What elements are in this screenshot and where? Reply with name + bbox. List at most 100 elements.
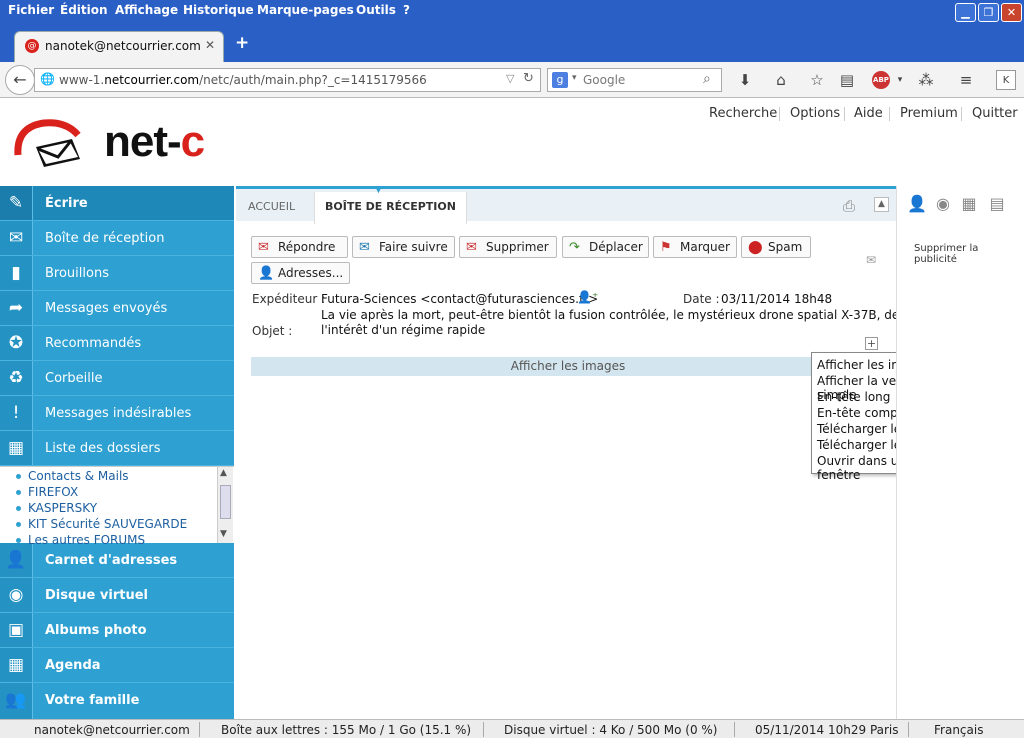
extension-icon[interactable]: ⁂ bbox=[916, 70, 936, 90]
divider bbox=[908, 722, 909, 737]
collapse-icon[interactable]: ▲ bbox=[874, 197, 889, 212]
sender-value[interactable]: Futura-Sciences <contact@futurasciences.… bbox=[321, 292, 598, 306]
close-window-icon[interactable]: ✕ bbox=[1001, 3, 1022, 22]
mark-button[interactable]: ⚑ Marquer bbox=[653, 236, 737, 258]
search-icon[interactable]: ⌕ bbox=[703, 71, 711, 87]
subject-line1: La vie après la mort, peut-être bientôt … bbox=[321, 308, 900, 322]
home-icon[interactable]: ⌂ bbox=[771, 70, 791, 90]
remove-ads-link[interactable]: Supprimer la publicité bbox=[914, 243, 1024, 265]
url-bar[interactable]: 🌐 www-1.netcourrier.com/netc/auth/main.p… bbox=[34, 68, 541, 92]
hamburger-menu-icon[interactable]: ≡ bbox=[956, 70, 976, 90]
subject-label: Objet : bbox=[252, 324, 293, 338]
google-icon[interactable]: g bbox=[552, 72, 568, 88]
sidebar-item-compose[interactable]: ✎ Écrire bbox=[0, 186, 234, 221]
favicon-icon: @ bbox=[25, 39, 39, 53]
sidebar-item-address-book[interactable]: 👤 Carnet d'adresses bbox=[0, 543, 234, 578]
sidebar-item-photo-albums[interactable]: ▣ Albums photo bbox=[0, 613, 234, 648]
move-button[interactable]: ↷ Déplacer bbox=[562, 236, 649, 258]
link-recherche[interactable]: Recherche bbox=[709, 106, 777, 121]
divider bbox=[483, 722, 484, 737]
adblock-icon[interactable]: ABP bbox=[872, 71, 890, 89]
folder-item[interactable]: KIT Sécurité SAUVEGARDE bbox=[16, 517, 187, 531]
page-header: net-c Recherche Options Aide Premium Qui… bbox=[0, 99, 1024, 186]
person-icon: 👤 bbox=[0, 543, 33, 577]
scroll-thumb[interactable] bbox=[220, 485, 231, 519]
status-user: nanotek@netcourrier.com bbox=[34, 723, 190, 737]
new-tab-icon[interactable]: + bbox=[235, 33, 249, 53]
menu-edition[interactable]: Édition bbox=[60, 3, 108, 17]
menu-fichier[interactable]: Fichier bbox=[8, 3, 54, 17]
menu-help[interactable]: ? bbox=[403, 3, 410, 17]
subject-line2: l'intérêt d'un régime rapide bbox=[321, 323, 486, 337]
url-text: www-1.netcourrier.com/netc/auth/main.php… bbox=[59, 73, 427, 87]
sidebar-item-family[interactable]: 👥 Votre famille bbox=[0, 683, 234, 719]
sidebar-item-drafts[interactable]: ▮ Brouillons bbox=[0, 256, 234, 291]
contacts-icon[interactable]: 👤 bbox=[907, 194, 927, 216]
adblock-dropdown-icon[interactable]: ▾ bbox=[890, 70, 910, 90]
folder-item[interactable]: Les autres FORUMS bbox=[16, 533, 145, 547]
add-contact-icon[interactable]: 👤⁺ bbox=[577, 290, 598, 304]
folder-item[interactable]: KASPERSKY bbox=[16, 501, 97, 515]
sidebar-item-registered[interactable]: ✪ Recommandés bbox=[0, 326, 234, 361]
calendar-icon[interactable]: ▦ bbox=[959, 194, 979, 216]
sidebar-item-folders[interactable]: ▦ Liste des dossiers bbox=[0, 431, 234, 466]
sidebar-item-inbox[interactable]: ✉ Boîte de réception bbox=[0, 221, 234, 256]
tab-inbox[interactable]: BOÎTE DE RÉCEPTION bbox=[314, 192, 467, 224]
link-aide[interactable]: Aide bbox=[854, 106, 883, 121]
menu-affichage[interactable]: Affichage bbox=[115, 3, 178, 17]
disk-icon[interactable]: ◉ bbox=[933, 194, 953, 216]
browser-tab[interactable]: @ nanotek@netcourrier.com ✕ bbox=[14, 31, 224, 62]
menu-historique[interactable]: Historique bbox=[183, 3, 254, 17]
download-icon[interactable]: ⬇ bbox=[735, 70, 755, 90]
forward-button[interactable]: ✉ Faire suivre bbox=[352, 236, 455, 258]
restore-icon[interactable]: ❐ bbox=[978, 3, 999, 22]
menu-marque-pages[interactable]: Marque-pages bbox=[257, 3, 354, 17]
warning-icon: ! bbox=[0, 396, 33, 430]
family-icon: 👥 bbox=[0, 683, 33, 719]
disk-icon: ◉ bbox=[0, 578, 33, 612]
sidebar-item-sent[interactable]: ➦ Messages envoyés bbox=[0, 291, 234, 326]
reply-button[interactable]: ✉ Répondre bbox=[251, 236, 348, 258]
minimize-icon[interactable]: ▁ bbox=[955, 3, 976, 22]
sender-label: Expéditeur : bbox=[252, 292, 326, 306]
sidebar-item-virtual-disk[interactable]: ◉ Disque virtuel bbox=[0, 578, 234, 613]
expand-plus-icon[interactable]: + bbox=[865, 337, 878, 350]
kaspersky-icon[interactable]: K bbox=[996, 70, 1016, 90]
addresses-button[interactable]: 👤 Adresses... bbox=[251, 262, 350, 284]
scroll-up-icon[interactable]: ▲ bbox=[220, 468, 227, 478]
sidebar-item-spam[interactable]: ! Messages indésirables bbox=[0, 396, 234, 431]
sidebar-item-trash[interactable]: ♻ Corbeille bbox=[0, 361, 234, 396]
url-dropdown-icon[interactable]: ▽ bbox=[506, 72, 514, 85]
status-mailbox-quota: Boîte aux lettres : 155 Mo / 1 Go (15.1 … bbox=[221, 723, 472, 737]
tab-title: nanotek@netcourrier.com bbox=[45, 39, 201, 53]
reload-icon[interactable]: ↻ bbox=[523, 71, 534, 86]
folder-scrollbar[interactable]: ▲ ▼ bbox=[217, 467, 233, 543]
print-icon[interactable]: ⎙ bbox=[843, 197, 855, 215]
delete-mail-icon: ✉ bbox=[466, 240, 477, 255]
back-icon[interactable]: ← bbox=[5, 65, 35, 95]
search-box[interactable]: g ▾ Google ⌕ bbox=[547, 68, 722, 92]
notebook-icon[interactable]: ▤ bbox=[987, 194, 1007, 216]
tab-close-icon[interactable]: ✕ bbox=[205, 38, 215, 52]
sidebar-item-agenda[interactable]: ▦ Agenda bbox=[0, 648, 234, 683]
spam-button[interactable]: ⬤ Spam bbox=[741, 236, 811, 258]
link-quitter[interactable]: Quitter bbox=[972, 106, 1018, 121]
delete-button[interactable]: ✉ Supprimer bbox=[459, 236, 557, 258]
show-images-bar[interactable]: Afficher les images bbox=[251, 357, 885, 376]
mail-open-icon[interactable]: ✉ bbox=[866, 253, 876, 267]
bookmark-star-icon[interactable]: ☆ bbox=[807, 70, 827, 90]
logo-icon[interactable] bbox=[14, 117, 86, 169]
folder-item[interactable]: FIREFOX bbox=[16, 485, 78, 499]
menu-item-long-header[interactable]: En-tête long bbox=[817, 390, 890, 404]
link-premium[interactable]: Premium bbox=[900, 106, 958, 121]
tab-accueil[interactable]: ACCUEIL bbox=[238, 192, 305, 224]
forward-mail-icon: ✉ bbox=[359, 240, 370, 255]
status-language[interactable]: Français bbox=[934, 723, 983, 737]
link-options[interactable]: Options bbox=[790, 106, 840, 121]
menu-outils[interactable]: Outils bbox=[356, 3, 396, 17]
search-engine-dropdown-icon[interactable]: ▾ bbox=[572, 73, 577, 83]
calendar-icon: ▦ bbox=[0, 648, 33, 682]
folder-item[interactable]: Contacts & Mails bbox=[16, 469, 129, 483]
scroll-down-icon[interactable]: ▼ bbox=[220, 529, 227, 539]
bookmarks-list-icon[interactable]: ▤ bbox=[837, 70, 857, 90]
